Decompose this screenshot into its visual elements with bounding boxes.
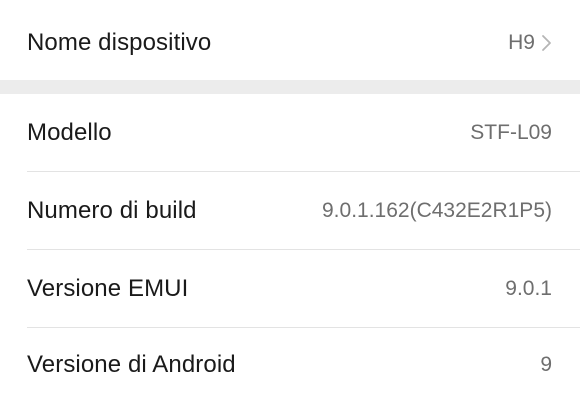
device-name-value: H9 [508, 31, 535, 54]
emui-version-row[interactable]: Versione EMUI 9.0.1 [0, 250, 580, 328]
android-version-value: 9 [540, 353, 552, 376]
about-phone-screen: Nome dispositivo H9 Modello STF-L09 Nume… [0, 0, 580, 400]
device-name-label: Nome dispositivo [27, 29, 212, 56]
device-name-row[interactable]: Nome dispositivo H9 [0, 4, 580, 82]
chevron-right-icon [541, 34, 552, 52]
model-label: Modello [27, 119, 112, 146]
emui-version-label: Versione EMUI [27, 275, 189, 302]
model-value: STF-L09 [470, 121, 552, 144]
section-separator [0, 80, 580, 94]
build-number-value: 9.0.1.162(C432E2R1P5) [322, 199, 552, 222]
android-version-row[interactable]: Versione di Android 9 [0, 326, 580, 400]
build-number-label: Numero di build [27, 197, 197, 224]
emui-version-value: 9.0.1 [505, 277, 552, 300]
build-number-row[interactable]: Numero di build 9.0.1.162(C432E2R1P5) [0, 172, 580, 250]
device-name-value-wrap: H9 [508, 31, 552, 55]
android-version-label: Versione di Android [27, 351, 236, 378]
model-row: Modello STF-L09 [0, 94, 580, 172]
